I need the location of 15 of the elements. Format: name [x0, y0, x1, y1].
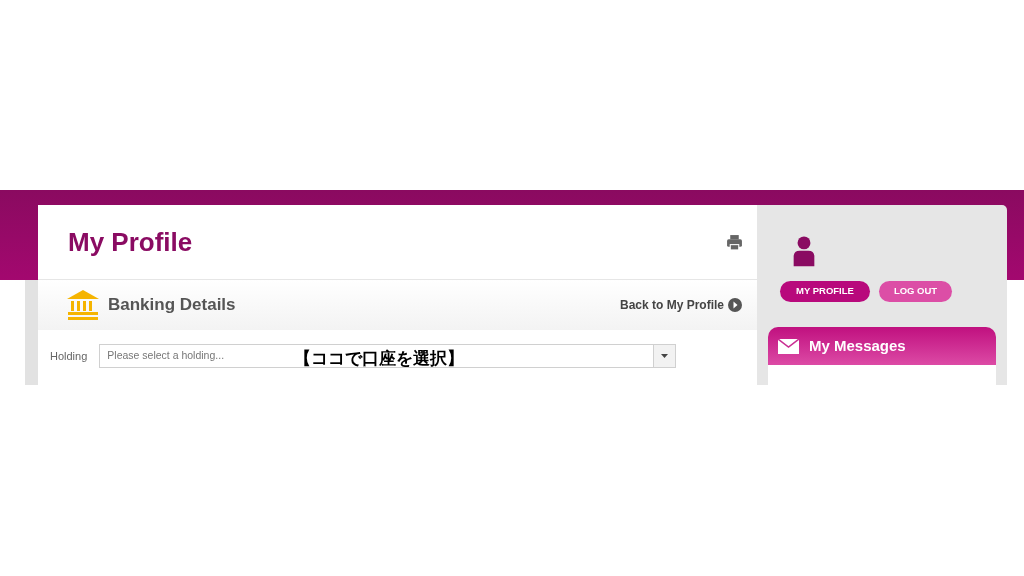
messages-title: My Messages [809, 335, 906, 356]
envelope-icon [778, 338, 799, 354]
holding-label: Holding [50, 348, 88, 364]
nav-button[interactable]: LOG OUT [878, 281, 953, 302]
bank-icon [66, 289, 100, 321]
user-icon [792, 236, 816, 267]
nav-button[interactable]: MY PROFILE [780, 281, 870, 302]
arrow-circle-icon [728, 298, 742, 312]
section-title: Banking Details [108, 294, 236, 317]
back-link[interactable]: Back to My Profile [619, 296, 742, 314]
print-icon[interactable] [726, 233, 743, 251]
annotation-text: 【ココで口座を選択】 [294, 348, 465, 370]
page-title: My Profile [68, 225, 193, 259]
caret-icon [661, 354, 669, 358]
holding-select[interactable]: Please select a holding... 【ココで口座を選択】 [99, 344, 677, 368]
